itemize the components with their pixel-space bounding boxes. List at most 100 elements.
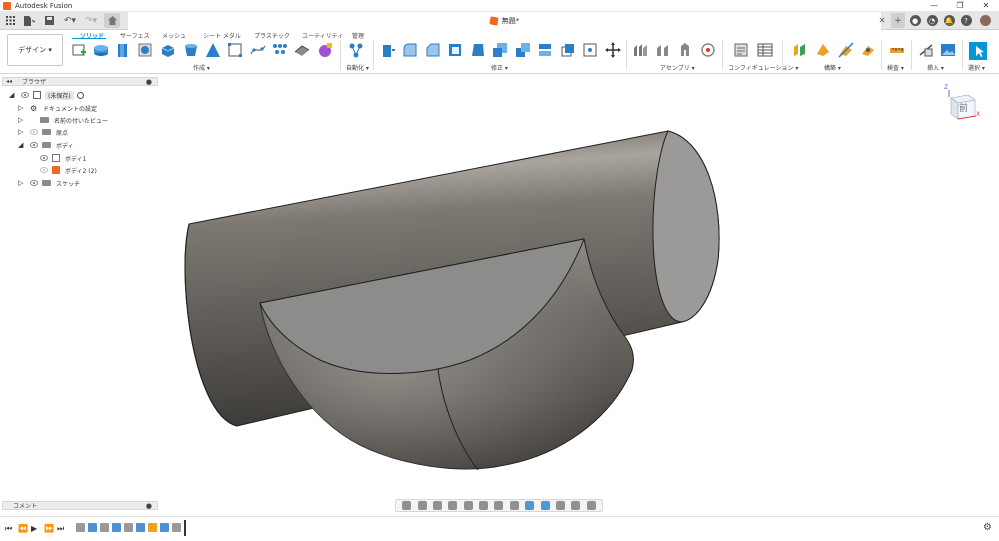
press-pull-icon[interactable] (380, 42, 396, 58)
draft-icon[interactable] (470, 42, 486, 58)
job-status-icon[interactable]: ◔ (926, 13, 938, 28)
split-face-icon[interactable] (537, 42, 553, 58)
fillet-icon[interactable] (402, 42, 418, 58)
new-component-icon[interactable] (633, 42, 649, 58)
axis-icon[interactable] (838, 42, 854, 58)
assemble-group-label[interactable]: アセンブリ ▾ (660, 63, 695, 72)
tab-manage[interactable]: 管理 (352, 31, 364, 40)
help-button[interactable]: ? (960, 13, 972, 28)
minimize-button[interactable]: — (921, 0, 947, 11)
new-tab-button[interactable]: + (891, 13, 905, 28)
automate-group-label[interactable]: 自動化 ▾ (346, 63, 369, 72)
wireframe-icon[interactable] (555, 501, 565, 510)
home-icon[interactable] (104, 13, 120, 28)
timeline-split-item[interactable] (148, 523, 157, 532)
plane-at-angle-icon[interactable] (815, 42, 831, 58)
timeline-extrude-item[interactable] (88, 523, 97, 532)
play-icon[interactable]: ▶ (31, 524, 37, 533)
fit-icon[interactable] (463, 501, 473, 510)
visible-edges-icon[interactable] (586, 501, 596, 510)
viewports-icon[interactable] (509, 501, 519, 510)
workspace-switcher[interactable]: デザイン ▾ (7, 34, 63, 66)
scale-icon[interactable] (492, 42, 508, 58)
insert-canvas-icon[interactable] (940, 42, 956, 58)
tab-utilities[interactable]: ユーティリティ (302, 31, 343, 40)
create-sketch-icon[interactable] (71, 42, 87, 58)
cylinder-end-cap[interactable] (652, 130, 720, 323)
offset-plane-icon[interactable] (792, 42, 808, 58)
box-icon[interactable] (160, 42, 176, 58)
go-to-start-icon[interactable]: ⏮ (5, 524, 12, 534)
maximize-button[interactable]: ❐ (947, 0, 973, 11)
go-to-end-icon[interactable]: ⏭ (57, 524, 64, 534)
timeline-sketch-item[interactable] (76, 523, 85, 532)
timeline-feature-item[interactable] (136, 523, 145, 532)
configuration-table-icon[interactable] (757, 42, 773, 58)
shaded-icon[interactable] (525, 501, 535, 510)
move-copy-icon[interactable] (605, 42, 621, 58)
comments-add-icon[interactable]: ● (146, 502, 152, 510)
timeline-sketch-item[interactable] (172, 523, 181, 532)
avatar[interactable] (978, 13, 992, 28)
shaded-edges-icon[interactable] (540, 501, 550, 510)
revolve-icon[interactable] (115, 42, 131, 58)
motion-link-icon[interactable] (700, 42, 716, 58)
construct-group-label[interactable]: 構築 ▾ (824, 63, 841, 72)
modify-group-label[interactable]: 修正 ▾ (491, 63, 508, 72)
configure-group-label[interactable]: コンフィギュレーション ▾ (728, 63, 798, 72)
hole-icon[interactable] (137, 42, 153, 58)
combine-icon[interactable] (515, 42, 531, 58)
measure-icon[interactable] (889, 42, 905, 58)
timeline-settings-gear-icon[interactable]: ⚙ (983, 522, 992, 533)
step-back-icon[interactable]: ⏪ (18, 524, 28, 533)
select-icon[interactable] (969, 42, 987, 60)
document-tab[interactable]: 無題* (128, 12, 881, 30)
chamfer-icon[interactable] (425, 42, 441, 58)
timeline-sketch-item[interactable] (100, 523, 109, 532)
viewcube[interactable]: 前 Z X (944, 84, 980, 120)
extrude-icon[interactable] (93, 42, 109, 58)
timeline-marker[interactable] (184, 520, 186, 536)
file-menu-icon[interactable] (20, 13, 38, 28)
form-icon[interactable] (317, 42, 333, 58)
automate-icon[interactable] (348, 42, 364, 58)
split-body-icon[interactable] (560, 42, 576, 58)
extensions-icon[interactable]: ● (909, 13, 921, 28)
joint-icon[interactable] (655, 42, 671, 58)
tab-mesh[interactable]: メッシュ (162, 31, 186, 40)
point-icon[interactable] (860, 42, 876, 58)
orbit-icon[interactable] (402, 501, 412, 510)
tab-plastic[interactable]: プラスチック (254, 31, 290, 40)
viewport-canvas[interactable] (0, 74, 999, 499)
pan-icon[interactable] (432, 501, 442, 510)
save-icon[interactable] (42, 13, 56, 28)
comments-panel-header[interactable]: コメント ● (2, 501, 158, 510)
configure-icon[interactable] (733, 42, 749, 58)
inspect-group-label[interactable]: 検査 ▾ (887, 63, 904, 72)
select-group-label[interactable]: 選択 ▾ (968, 63, 985, 72)
rectangle-pattern-icon[interactable] (227, 42, 243, 58)
align-icon[interactable] (582, 42, 598, 58)
look-at-icon[interactable] (417, 501, 427, 510)
cone-icon[interactable] (205, 42, 221, 58)
as-built-joint-icon[interactable] (677, 42, 693, 58)
undo-icon[interactable]: ↶▾ (60, 13, 80, 28)
close-button[interactable]: ✕ (973, 0, 999, 11)
spline-icon[interactable] (250, 42, 266, 58)
grid-settings-icon[interactable] (494, 501, 504, 510)
redo-icon[interactable]: ↷▾ (82, 13, 100, 28)
timeline-feature-item[interactable] (160, 523, 169, 532)
insert-group-label[interactable]: 挿入 ▾ (927, 63, 944, 72)
insert-derive-icon[interactable] (918, 42, 934, 58)
create-group-label[interactable]: 作成 ▾ (193, 63, 210, 72)
timeline-sketch-item[interactable] (124, 523, 133, 532)
cylinder-icon[interactable] (183, 42, 199, 58)
grid-menu-icon[interactable] (4, 13, 16, 28)
zoom-icon[interactable] (448, 501, 458, 510)
hidden-edges-icon[interactable] (571, 501, 581, 510)
tab-sheet-metal[interactable]: シート メタル (203, 31, 241, 40)
pattern-icon[interactable] (272, 42, 288, 58)
tab-surface[interactable]: サーフェス (120, 31, 150, 40)
shell-icon[interactable] (447, 42, 463, 58)
timeline-revolve-item[interactable] (112, 523, 121, 532)
